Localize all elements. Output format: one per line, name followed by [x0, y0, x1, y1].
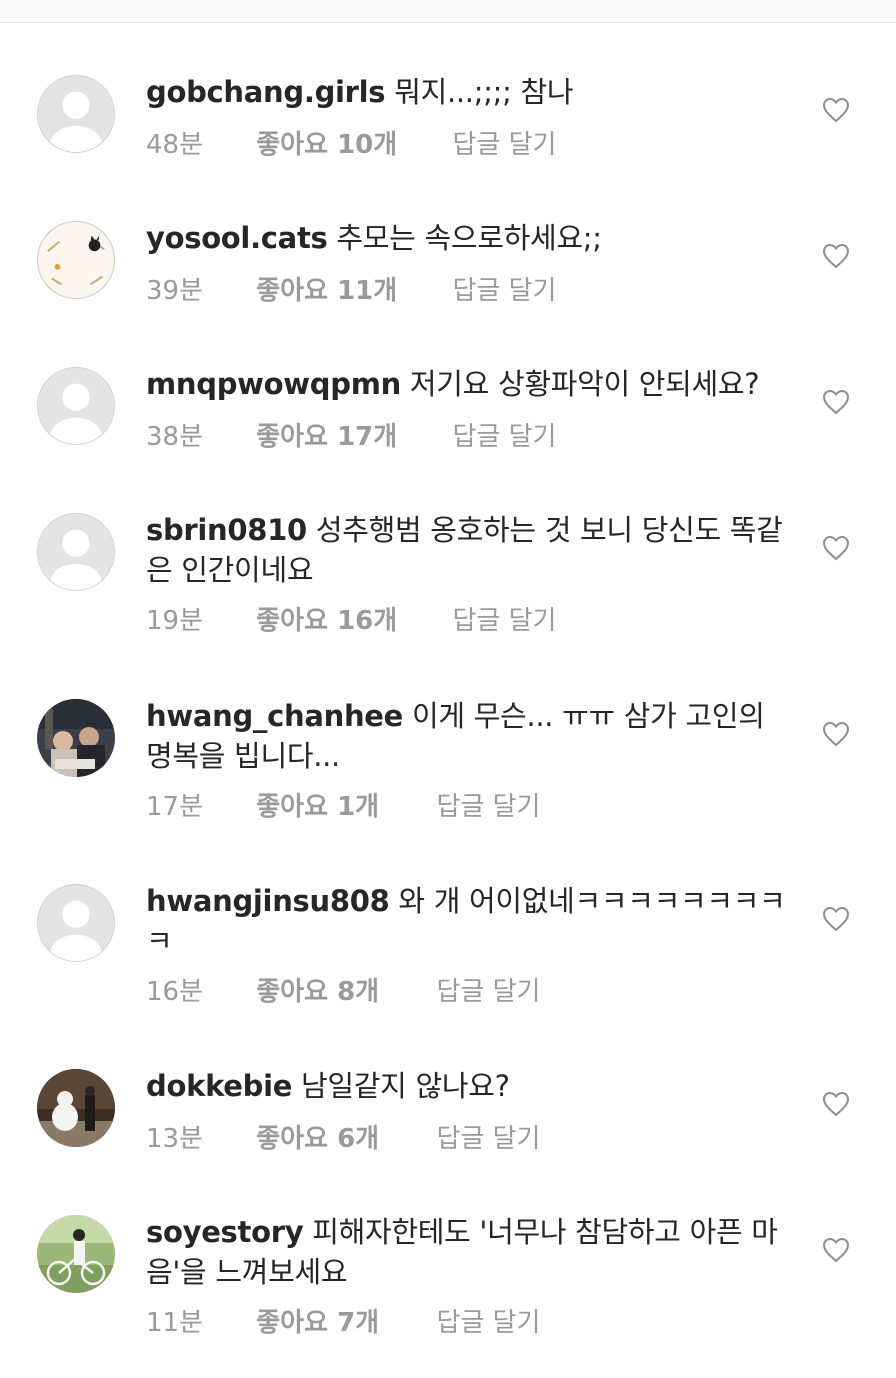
profile-photo	[37, 1215, 115, 1293]
comment-text: dokkebie 남일같지 않나요?	[146, 1066, 796, 1106]
comment-likes[interactable]: 좋아요 10개	[256, 124, 444, 161]
heart-outline-icon	[822, 906, 850, 932]
comment-body: 남일같지 않나요?	[301, 1069, 510, 1103]
like-button[interactable]	[822, 1237, 850, 1263]
avatar[interactable]	[37, 221, 115, 299]
heart-outline-icon	[822, 243, 850, 269]
heart-outline-icon	[822, 1091, 850, 1117]
comment-meta: 13분 좋아요 6개 답글 달기	[146, 1118, 746, 1155]
comment-text: yosool.cats 추모는 속으로하세요;;	[146, 218, 796, 258]
comment-text: hwang_chanhee 이게 무슨... ㅠㅠ 삼가 고인의 명복을 빕니다…	[146, 696, 796, 776]
comment-text: mnqpwowqpmn 저기요 상황파악이 안되세요?	[146, 364, 796, 404]
like-button[interactable]	[822, 535, 850, 561]
comment-likes[interactable]: 좋아요 11개	[256, 270, 444, 307]
comment-body: 추모는 속으로하세요;;	[336, 221, 602, 255]
comment-meta: 19분 좋아요 16개 답글 달기	[146, 600, 746, 637]
avatar[interactable]	[37, 367, 115, 445]
comment-username[interactable]: soyestory	[146, 1215, 304, 1249]
comment-text: sbrin0810 성추행범 옹호하는 것 보니 당신도 똑같은 인간이네요	[146, 510, 796, 590]
reply-button[interactable]: 답글 달기	[437, 971, 541, 1008]
comment-time: 48분	[146, 130, 204, 160]
user-silhouette-icon	[49, 529, 103, 590]
like-button[interactable]	[822, 1091, 850, 1117]
comment-time: 13분	[146, 1124, 204, 1154]
comment-likes[interactable]: 좋아요 8개	[256, 971, 428, 1008]
like-button[interactable]	[822, 721, 850, 747]
like-button[interactable]	[822, 243, 850, 269]
comment-time: 16분	[146, 977, 204, 1007]
comment-username[interactable]: mnqpwowqpmn	[146, 367, 401, 401]
reply-button[interactable]: 답글 달기	[437, 1302, 541, 1339]
comment-time: 38분	[146, 422, 204, 452]
avatar[interactable]	[37, 1069, 115, 1147]
user-silhouette-icon	[49, 91, 103, 152]
comment-meta: 38분 좋아요 17개 답글 달기	[146, 416, 746, 453]
comment-meta: 17분 좋아요 1개 답글 달기	[146, 786, 746, 823]
avatar[interactable]	[37, 75, 115, 153]
comment-time: 39분	[146, 276, 204, 306]
heart-outline-icon	[822, 97, 850, 123]
avatar[interactable]	[37, 1215, 115, 1293]
profile-photo	[37, 1069, 115, 1147]
heart-outline-icon	[822, 389, 850, 415]
user-silhouette-icon	[49, 900, 103, 961]
comment-likes[interactable]: 좋아요 17개	[256, 416, 444, 453]
comment-time: 17분	[146, 792, 204, 822]
heart-outline-icon	[822, 1237, 850, 1263]
comment-likes[interactable]: 좋아요 1개	[256, 786, 428, 823]
comment-likes[interactable]: 좋아요 7개	[256, 1302, 428, 1339]
reply-button[interactable]: 답글 달기	[437, 786, 541, 823]
comment-meta: 39분 좋아요 11개 답글 달기	[146, 270, 746, 307]
comment-text: gobchang.girls 뭐지...;;;; 참나	[146, 72, 796, 112]
reply-button[interactable]: 답글 달기	[453, 416, 557, 453]
avatar[interactable]	[37, 699, 115, 777]
comment-text: hwangjinsu808 와 개 어이없네ㅋㅋㅋㅋㅋㅋㅋㅋㅋ	[146, 881, 796, 961]
comment-body: 뭐지...;;;; 참나	[394, 75, 574, 109]
comment-text: soyestory 피해자한테도 '너무나 참담하고 아픈 마음'을 느껴보세요	[146, 1212, 796, 1292]
heart-outline-icon	[822, 721, 850, 747]
avatar[interactable]	[37, 513, 115, 591]
comment-likes[interactable]: 좋아요 16개	[256, 600, 444, 637]
user-silhouette-icon	[49, 383, 103, 444]
comment-username[interactable]: gobchang.girls	[146, 75, 386, 109]
reply-button[interactable]: 답글 달기	[453, 124, 557, 161]
reply-button[interactable]: 답글 달기	[453, 270, 557, 307]
comment-time: 11분	[146, 1308, 204, 1338]
cats-logo-image	[39, 223, 113, 297]
comment-time: 19분	[146, 606, 204, 636]
comment-likes[interactable]: 좋아요 6개	[256, 1118, 428, 1155]
avatar[interactable]	[37, 884, 115, 962]
reply-button[interactable]: 답글 달기	[437, 1118, 541, 1155]
comment-meta: 11분 좋아요 7개 답글 달기	[146, 1302, 746, 1339]
comment-meta: 48분 좋아요 10개 답글 달기	[146, 124, 746, 161]
heart-outline-icon	[822, 535, 850, 561]
comment-username[interactable]: hwangjinsu808	[146, 884, 390, 918]
comment-username[interactable]: dokkebie	[146, 1069, 292, 1103]
comment-username[interactable]: sbrin0810	[146, 513, 307, 547]
top-bar	[0, 0, 896, 23]
comment-username[interactable]: hwang_chanhee	[146, 699, 403, 733]
like-button[interactable]	[822, 906, 850, 932]
comment-meta: 16분 좋아요 8개 답글 달기	[146, 971, 746, 1008]
like-button[interactable]	[822, 97, 850, 123]
like-button[interactable]	[822, 389, 850, 415]
reply-button[interactable]: 답글 달기	[453, 600, 557, 637]
comment-body: 저기요 상황파악이 안되세요?	[409, 367, 760, 401]
profile-photo	[37, 699, 115, 777]
comment-username[interactable]: yosool.cats	[146, 221, 328, 255]
